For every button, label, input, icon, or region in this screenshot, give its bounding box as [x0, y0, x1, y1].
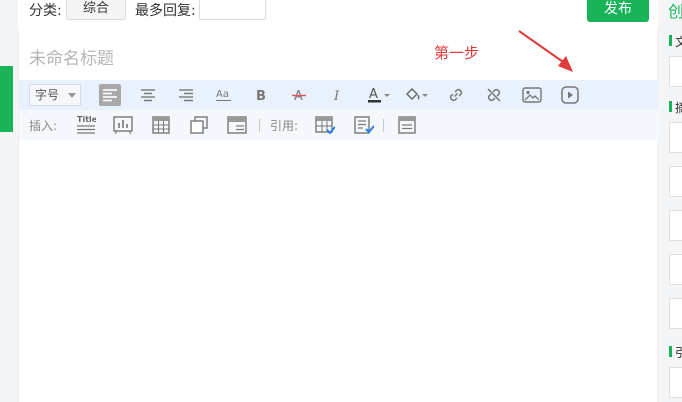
right-panel: 创 文 摘 引 — [658, 0, 682, 402]
editor-page: 分类: 综合 最多回复: 发布 未命名标题 第一步 字号 Aa B A I A … — [0, 0, 682, 402]
section-1-field[interactable] — [669, 56, 682, 87]
section-3-field[interactable] — [669, 367, 682, 398]
section-2-field-1[interactable] — [669, 122, 682, 153]
section-1-label: 文 — [675, 35, 682, 49]
section-2-field-3[interactable] — [669, 210, 682, 241]
section-2-field-4[interactable] — [669, 254, 682, 285]
section-marker — [669, 35, 672, 46]
create-title: 创 — [668, 2, 682, 21]
section-3-label: 引 — [675, 346, 682, 360]
section-2-label: 摘 — [675, 101, 682, 115]
section-2-field-5[interactable] — [669, 298, 682, 329]
section-2-field-2[interactable] — [669, 166, 682, 197]
section-marker — [669, 101, 672, 112]
section-marker — [669, 346, 672, 357]
annotation-arrow-icon — [518, 30, 573, 72]
